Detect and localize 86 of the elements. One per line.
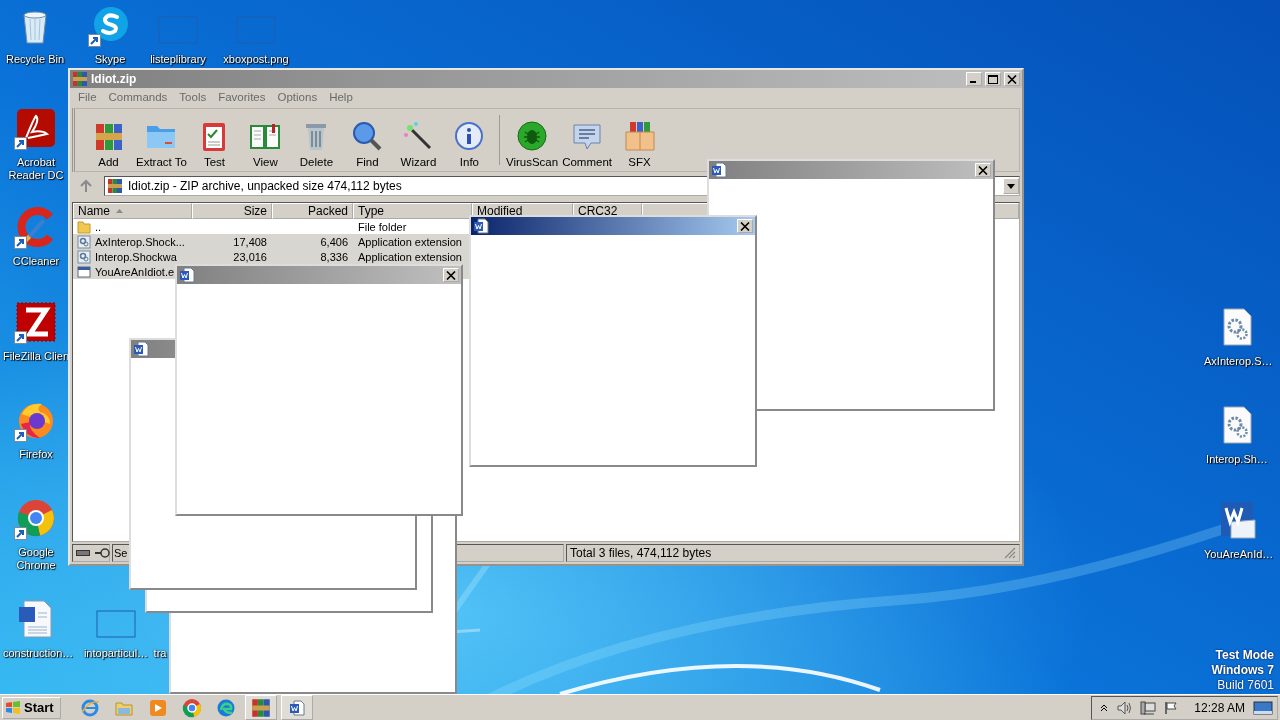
- desktop-icon-label[interactable]: Acrobat Reader DC: [3, 156, 69, 182]
- windows-logo-icon: [5, 699, 21, 716]
- desktop-icon-label[interactable]: xboxpost.png: [223, 53, 289, 66]
- status-text: Se: [114, 547, 128, 559]
- browser-icon: [16, 498, 56, 538]
- toolbar-button[interactable]: Find: [341, 109, 393, 171]
- menu-item[interactable]: Options: [271, 91, 324, 103]
- menu-item[interactable]: Help: [323, 91, 359, 103]
- app-logo-icon: [16, 302, 56, 342]
- document-icon: [473, 218, 489, 234]
- toolbar-button[interactable]: SFX: [614, 109, 665, 171]
- column-header[interactable]: Size: [192, 203, 272, 219]
- toolbar-button[interactable]: Comment: [560, 109, 614, 171]
- show-desktop-icon[interactable]: [1253, 699, 1273, 716]
- pdf-reader-icon: [16, 108, 56, 148]
- toolbar-button[interactable]: Add: [83, 109, 134, 171]
- taskbar-button[interactable]: [244, 695, 277, 720]
- column-header[interactable]: Packed: [272, 203, 353, 219]
- table-cell: 17,408: [192, 234, 272, 249]
- drive-icon: [76, 549, 90, 557]
- menu-item[interactable]: Tools: [173, 91, 213, 103]
- toolbar-button[interactable]: VirusScan: [503, 109, 561, 171]
- archive-icon: [72, 71, 88, 87]
- key-icon: [94, 548, 110, 558]
- flag-icon[interactable]: [1164, 700, 1179, 715]
- file-name-cell[interactable]: ..: [73, 219, 192, 234]
- desktop-icon-label[interactable]: Interop.Sh…: [1206, 453, 1268, 466]
- gear-file-icon: [77, 249, 91, 264]
- system-info-text: Build 7601: [1217, 678, 1274, 693]
- toolbar-button[interactable]: Wizard: [392, 109, 444, 171]
- clock[interactable]: 12:28 AM: [1194, 700, 1245, 715]
- desktop-icon-label[interactable]: Skype: [94, 53, 126, 66]
- resize-grip-icon: [1004, 547, 1016, 559]
- toolbar-button[interactable]: Info: [443, 109, 495, 171]
- document-icon[interactable]: [288, 699, 305, 716]
- archive-icon[interactable]: [250, 697, 271, 718]
- close-icon[interactable]: [978, 165, 988, 175]
- toolbar-button[interactable]: Extract To: [134, 109, 189, 171]
- column-header[interactable]: Type: [353, 203, 472, 219]
- table-cell-text: File folder: [357, 219, 408, 234]
- network-icon[interactable]: [1140, 700, 1157, 715]
- toolbar-button[interactable]: View: [239, 109, 291, 171]
- taskbar-button[interactable]: [280, 695, 313, 720]
- table-cell: Application extension: [353, 249, 472, 264]
- system-info-text: Test Mode: [1215, 648, 1274, 663]
- document-icon: [711, 162, 727, 178]
- desktop-icon-label[interactable]: CCleaner: [12, 255, 60, 268]
- table-cell: Application extension: [353, 234, 472, 249]
- brush-icon: [16, 207, 56, 247]
- dropdown-arrow-icon[interactable]: [1007, 183, 1015, 189]
- toolbar-button[interactable]: Test: [188, 109, 240, 171]
- maximize-icon[interactable]: [988, 74, 998, 84]
- box-icon: [623, 120, 656, 152]
- gear-file-icon: [77, 234, 91, 249]
- desktop-icon-label[interactable]: Recycle Bin: [5, 53, 65, 66]
- browser-icon[interactable]: [181, 697, 202, 718]
- window-title: Idiot.zip: [91, 72, 138, 86]
- status-text: Total 3 files, 474,112 bytes: [570, 546, 712, 560]
- system-info-text: Windows 7: [1211, 663, 1274, 678]
- chevron-up-icon[interactable]: [1100, 703, 1109, 712]
- table-cell: 8,336: [272, 249, 353, 264]
- file-name-cell[interactable]: Interop.Shockwa: [73, 249, 192, 264]
- search-icon: [351, 120, 384, 152]
- menu-item[interactable]: Commands: [102, 91, 174, 103]
- close-icon[interactable]: [446, 270, 456, 280]
- info-icon: [453, 120, 486, 152]
- column-header[interactable]: Name: [73, 203, 192, 219]
- desktop-icon-label[interactable]: YouAreAnId…: [1204, 548, 1270, 561]
- close-icon[interactable]: [740, 221, 750, 231]
- speaker-icon[interactable]: [1116, 700, 1133, 715]
- table-cell: 23,016: [192, 249, 272, 264]
- folder-icon: [77, 219, 91, 234]
- table-cell: 6,406: [272, 234, 353, 249]
- archive-icon: [107, 178, 123, 194]
- document-icon: [179, 267, 195, 283]
- program-icon: [77, 264, 91, 279]
- menu-item[interactable]: File: [72, 91, 103, 103]
- bug-icon: [516, 120, 549, 152]
- desktop-icon-label[interactable]: AxInterop.S…: [1204, 355, 1270, 368]
- toolbar-button[interactable]: Delete: [290, 109, 342, 171]
- browser-icon[interactable]: [215, 697, 236, 718]
- close-icon[interactable]: [1007, 74, 1017, 84]
- file-name-cell[interactable]: AxInterop.Shock...: [73, 234, 192, 249]
- desktop-icon-label[interactable]: listeplibrary: [150, 53, 206, 66]
- menu-item[interactable]: Favorites: [212, 91, 272, 103]
- start-button[interactable]: Start: [2, 696, 61, 719]
